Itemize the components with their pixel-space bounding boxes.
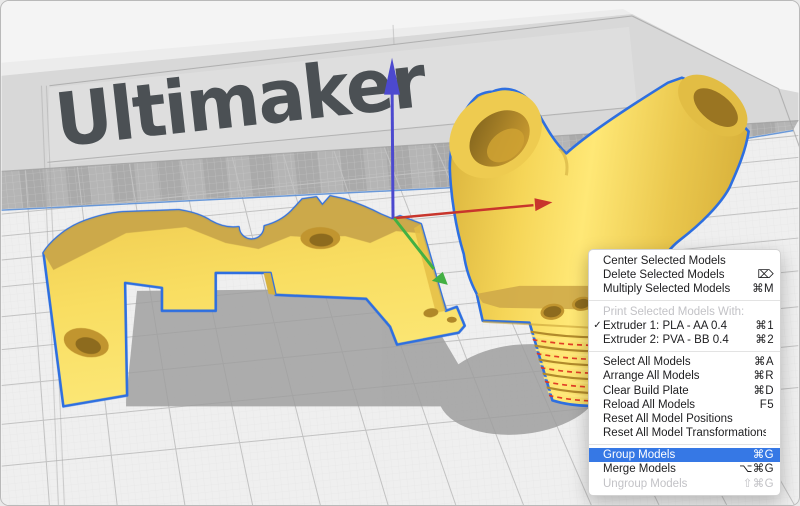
menu-item-merge-models[interactable]: Merge Models ⌥⌘G: [589, 462, 780, 476]
menu-item-arrange-all[interactable]: Arrange All Models ⌘R: [589, 369, 780, 383]
menu-item-reload-all[interactable]: Reload All Models F5: [589, 398, 780, 412]
checkmark-icon: ✓: [592, 319, 603, 333]
menu-item-select-all[interactable]: Select All Models ⌘A: [589, 355, 780, 369]
menu-separator: [589, 300, 780, 301]
menu-separator: [589, 444, 780, 445]
menu-item-multiply-selected[interactable]: Multiply Selected Models ⌘M: [589, 282, 780, 296]
cura-viewport-window: Ultimaker: [0, 0, 800, 506]
menu-item-reset-transformations[interactable]: Reset All Model Transformations: [589, 426, 780, 440]
menu-item-extruder-1[interactable]: ✓ Extruder 1: PLA - AA 0.4 ⌘1: [589, 319, 780, 333]
menu-item-reset-positions[interactable]: Reset All Model Positions: [589, 412, 780, 426]
menu-item-delete-selected[interactable]: Delete Selected Models ⌦: [589, 268, 780, 282]
menu-separator: [589, 351, 780, 352]
menu-header-print-with: Print Selected Models With:: [589, 305, 780, 319]
menu-item-group-models[interactable]: Group Models ⌘G: [589, 448, 780, 462]
menu-item-extruder-2[interactable]: Extruder 2: PVA - BB 0.4 ⌘2: [589, 333, 780, 347]
context-menu: Center Selected Models Delete Selected M…: [588, 249, 781, 496]
delete-key-icon: ⌦: [757, 268, 774, 282]
bracket-hole-top: [300, 227, 340, 249]
menu-item-clear-build-plate[interactable]: Clear Build Plate ⌘D: [589, 384, 780, 398]
menu-item-center-selected[interactable]: Center Selected Models: [589, 254, 780, 268]
menu-item-ungroup-models: Ungroup Models ⇧⌘G: [589, 477, 780, 491]
